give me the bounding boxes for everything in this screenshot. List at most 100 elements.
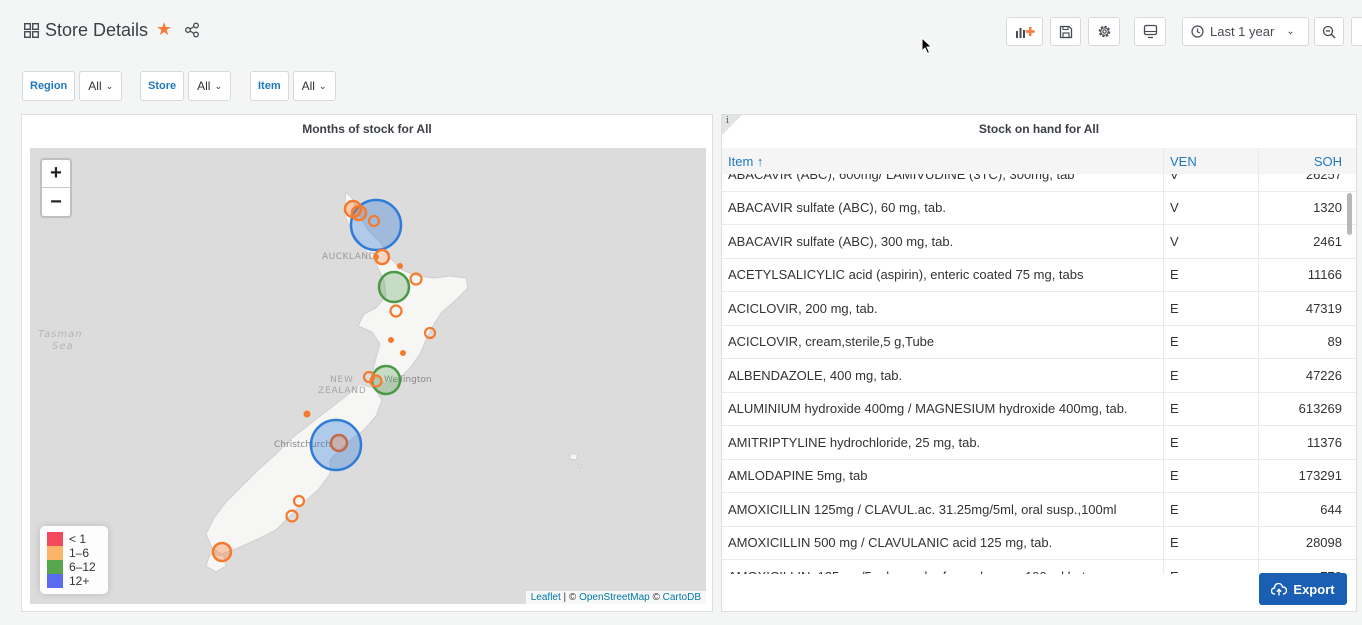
cartodb-link[interactable]: CartoDB [663, 592, 701, 603]
cell-soh: 2461 [1313, 233, 1342, 249]
chevron-down-icon: ⌄ [1286, 26, 1295, 37]
cell-item: ABACAVIR sulfate (ABC), 300 mg, tab. [722, 225, 1164, 258]
map-legend: < 1 1–6 6–12 12+ [40, 526, 108, 594]
cell-ven: E [1164, 392, 1259, 425]
store-marker-orange[interactable] [350, 204, 368, 222]
table-header: Item ↑ VEN SOH [722, 148, 1356, 174]
table-panel-title[interactable]: Stock on hand for All [722, 122, 1356, 136]
clock-icon [1191, 25, 1204, 38]
legend-item: 12+ [47, 574, 101, 588]
leaflet-link[interactable]: Leaflet [531, 592, 561, 603]
openstreetmap-link[interactable]: OpenStreetMap [579, 592, 650, 603]
store-marker-small[interactable] [388, 337, 394, 343]
variable-item: Item All ⌄ [250, 71, 336, 101]
cell-ven: E [1164, 258, 1259, 291]
map-canvas[interactable]: AUCKLAND Tasman Sea NEW ZEALAND Wellingt… [30, 148, 706, 604]
mouse-cursor-icon [921, 37, 933, 55]
export-button[interactable]: Export [1259, 573, 1347, 605]
cell-soh: 28098 [1305, 535, 1342, 551]
map-panel-title[interactable]: Months of stock for All [22, 122, 712, 136]
cell-soh: 779 [1259, 560, 1356, 574]
table-row[interactable]: ACICLOVIR, 200 mg, tab. E 47319 [722, 292, 1356, 326]
variable-dropdown-item[interactable]: All ⌄ [292, 71, 336, 101]
column-header-item[interactable]: Item ↑ [722, 148, 1164, 174]
time-range-picker[interactable]: Last 1 year ⌄ [1182, 17, 1309, 46]
table-row[interactable]: AMOXICILLIN, 125 mg/5 ml, powder for ora… [722, 560, 1356, 574]
table-row[interactable]: AMITRIPTYLINE hydrochloride, 25 mg, tab.… [722, 426, 1356, 460]
share-icon[interactable] [184, 22, 200, 38]
table-row[interactable]: ABACAVIR sulfate (ABC), 300 mg, tab. V 246… [722, 225, 1356, 259]
legend-item: 6–12 [47, 560, 101, 574]
column-header-ven[interactable]: VEN [1164, 148, 1259, 174]
variable-dropdown-store[interactable]: All ⌄ [188, 71, 232, 101]
tv-mode-icon [1143, 24, 1157, 39]
cell-item: ALBENDAZOLE, 400 mg, tab. [722, 359, 1164, 392]
table-row[interactable]: ALBENDAZOLE, 400 mg, tab. E 47226 [722, 359, 1356, 393]
cell-item: AMOXICILLIN 500 mg / CLAVULANIC acid 125… [722, 526, 1164, 559]
refresh-button[interactable] [1351, 17, 1362, 46]
table-row[interactable]: ACICLOVIR, cream,sterile,5 g,Tube E 89 [722, 325, 1356, 359]
zoom-out-icon [1322, 25, 1336, 38]
cell-soh: 173291 [1298, 468, 1342, 484]
cell-soh: 47226 [1305, 367, 1342, 383]
table-row[interactable]: AMOXICILLIN 125mg / CLAVUL.ac. 31.25mg/5… [722, 493, 1356, 527]
cell-item: AMOXICILLIN, 125 mg/5 ml, powder for ora… [722, 560, 1164, 574]
store-marker-orange[interactable] [329, 433, 349, 453]
store-marker-green[interactable] [377, 270, 411, 304]
chevron-down-icon: ⌄ [105, 80, 114, 91]
cell-item: AMITRIPTYLINE hydrochloride, 25 mg, tab. [722, 426, 1164, 459]
cell-ven: V [1164, 174, 1259, 191]
cell-ven: E [1164, 526, 1259, 559]
table-body[interactable]: ABACAVIR (ABC), 600mg/ LAMIVUDINE (3TC),… [722, 174, 1356, 574]
column-header-soh[interactable]: SOH [1259, 148, 1356, 174]
variable-value-item: All [301, 79, 315, 93]
settings-button[interactable] [1088, 17, 1120, 46]
chatham-islands-shape [569, 453, 583, 469]
cell-ven: V [1164, 225, 1259, 258]
legend-item: < 1 [47, 532, 101, 546]
table-row[interactable]: ABACAVIR sulfate (ABC), 60 mg, tab. V 1320 [722, 191, 1356, 225]
dashboard-title[interactable]: Store Details [45, 20, 148, 41]
variable-value-store: All [197, 79, 211, 93]
table-scrollbar[interactable] [1347, 193, 1352, 235]
auckland-label: AUCKLAND [322, 252, 376, 262]
table-row[interactable]: ACETYLSALICYLIC acid (aspirin), enteric … [722, 258, 1356, 292]
dashboard-header: Store Details ★ Last 1 year ⌄ [0, 0, 1362, 62]
cell-soh: 644 [1320, 501, 1342, 517]
store-marker-small[interactable] [303, 410, 311, 418]
store-marker-orange[interactable] [211, 541, 233, 563]
add-panel-button[interactable] [1006, 17, 1043, 46]
grid-icon[interactable] [24, 23, 39, 38]
table-row[interactable]: ABACAVIR (ABC), 600mg/ LAMIVUDINE (3TC),… [722, 174, 1356, 192]
table-row[interactable]: ALUMINIUM hydroxide 400mg / MAGNESIUM hy… [722, 392, 1356, 426]
table-row[interactable]: AMLODAPINE 5mg, tab E 173291 [722, 459, 1356, 493]
zoom-out-map-button[interactable]: − [42, 188, 70, 216]
stock-map[interactable]: AUCKLAND Tasman Sea NEW ZEALAND Wellingt… [30, 148, 706, 604]
zoom-in-button[interactable]: + [42, 160, 70, 188]
legend-swatch [47, 546, 63, 560]
cell-ven: E [1164, 359, 1259, 392]
legend-item: 1–6 [47, 546, 101, 560]
store-marker-small[interactable] [400, 350, 406, 356]
variable-label-item: Item [250, 71, 289, 101]
legend-label: < 1 [69, 532, 87, 546]
sea-label: Sea [52, 341, 74, 352]
legend-label: 12+ [69, 574, 90, 588]
legend-swatch [47, 532, 63, 546]
store-marker-small[interactable] [373, 254, 379, 260]
tv-mode-button[interactable] [1134, 17, 1166, 46]
attribution-separator: | © [560, 592, 580, 603]
cell-ven: E [1164, 493, 1259, 526]
table-row[interactable]: AMOXICILLIN 500 mg / CLAVULANIC acid 125… [722, 526, 1356, 560]
export-label: Export [1293, 581, 1335, 597]
chevron-down-icon: ⌄ [318, 80, 327, 91]
store-marker-small[interactable] [397, 263, 403, 269]
store-marker-green[interactable] [370, 364, 402, 396]
variable-label-store: Store [140, 71, 185, 101]
variable-dropdown-region[interactable]: All ⌄ [79, 71, 123, 101]
cell-soh: 613269 [1298, 401, 1342, 417]
cell-soh: 89 [1327, 334, 1342, 350]
zoom-out-button[interactable] [1314, 17, 1344, 46]
save-button[interactable] [1050, 17, 1081, 46]
star-icon[interactable]: ★ [156, 19, 172, 40]
